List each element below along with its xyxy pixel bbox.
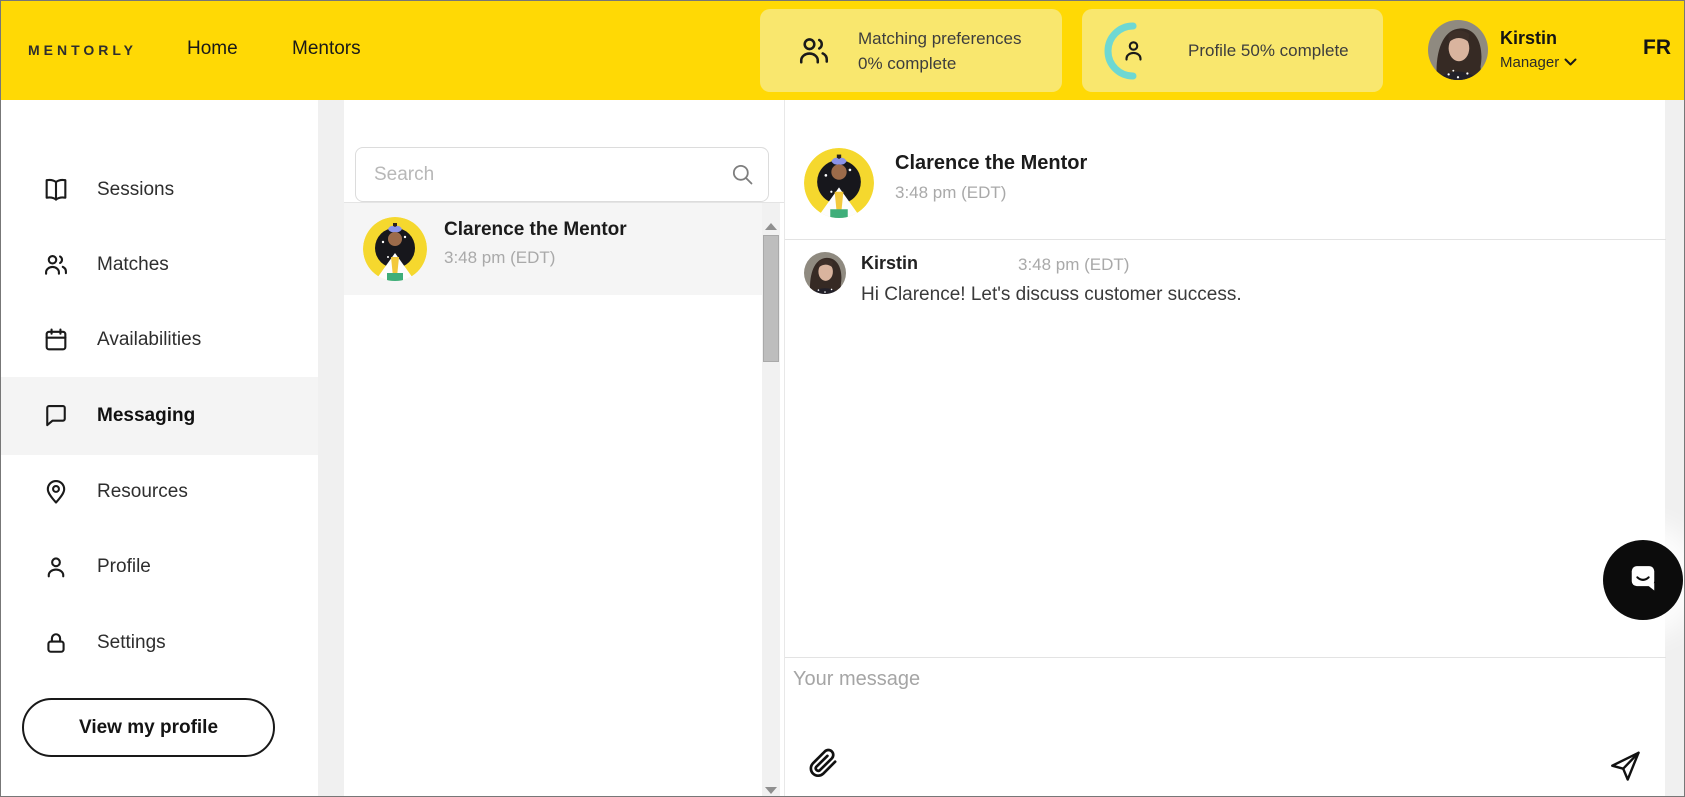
sidebar-item-messaging[interactable]: Messaging	[0, 377, 318, 455]
chat-header: Clarence the Mentor 3:48 pm (EDT)	[785, 100, 1666, 240]
vertical-scrollbar[interactable]	[762, 203, 780, 797]
chevron-down-icon	[1564, 54, 1577, 71]
clarence-avatar	[363, 217, 427, 281]
nav-home[interactable]: Home	[187, 38, 238, 60]
sidebar-item-profile[interactable]: Profile	[0, 529, 318, 605]
message-sender: Kirstin	[861, 253, 919, 273]
mentorly-logo: MENTORLY	[28, 42, 138, 58]
message-list: Kirstin 3:48 pm (EDT) Hi Clarence! Let's…	[785, 240, 1666, 657]
user-name: Kirstin	[1500, 28, 1558, 48]
chat-panel: Clarence the Mentor 3:48 pm (EDT) Kirsti…	[784, 100, 1666, 797]
send-message-button[interactable]	[1607, 748, 1643, 787]
nav-mentors[interactable]: Mentors	[292, 38, 361, 60]
person-icon	[42, 553, 70, 581]
paperclip-icon	[803, 744, 841, 785]
chat-partner-name: Clarence the Mentor	[895, 152, 1088, 174]
sidebar-item-matches[interactable]: Matches	[0, 227, 318, 303]
sidebar-item-resources[interactable]: Resources	[0, 454, 318, 530]
user-role-dropdown[interactable]: Manager	[1500, 54, 1577, 71]
matching-preferences-badge[interactable]: Matching preferences 0% complete	[760, 9, 1062, 92]
conversation-search-area	[344, 100, 784, 203]
lock-icon	[42, 629, 70, 657]
view-my-profile-button[interactable]: View my profile	[22, 698, 275, 757]
sidebar-item-sessions[interactable]: Sessions	[0, 152, 318, 228]
intercom-chat-icon	[1623, 558, 1663, 603]
users-icon	[796, 33, 832, 69]
kirstin-avatar	[804, 252, 846, 294]
sidebar-item-settings[interactable]: Settings	[0, 605, 318, 681]
user-avatar[interactable]	[1428, 20, 1488, 80]
conversation-time: 3:48 pm (EDT)	[444, 248, 556, 267]
search-icon	[729, 161, 756, 193]
matching-badge-text: Matching preferences 0% complete	[858, 28, 1022, 73]
chat-icon	[42, 402, 70, 430]
message-time: 3:48 pm (EDT)	[1018, 255, 1130, 274]
send-icon	[1607, 748, 1643, 787]
message-input[interactable]	[793, 668, 1593, 743]
sidebar: Sessions Matches Availabilities Messagin…	[0, 100, 318, 797]
search-input[interactable]	[355, 147, 769, 202]
users-icon	[42, 251, 70, 279]
profile-badge-text: Profile 50% complete	[1188, 41, 1349, 60]
message-text: Hi Clarence! Let's discuss customer succ…	[861, 284, 1242, 305]
sidebar-item-availabilities[interactable]: Availabilities	[0, 302, 318, 378]
calendar-icon	[42, 326, 70, 354]
scroll-down-arrow[interactable]	[765, 787, 777, 794]
chat-input-area	[785, 657, 1666, 797]
chat-partner-time: 3:48 pm (EDT)	[895, 183, 1007, 202]
language-toggle[interactable]: FR	[1643, 36, 1671, 60]
conversation-list-item[interactable]: Clarence the Mentor 3:48 pm (EDT)	[344, 203, 762, 295]
intercom-launcher-button[interactable]	[1603, 540, 1683, 620]
attach-file-button[interactable]	[803, 744, 841, 785]
conversations-panel: Clarence the Mentor 3:48 pm (EDT)	[344, 100, 784, 797]
clarence-avatar	[804, 148, 874, 218]
person-icon	[1120, 37, 1147, 69]
profile-complete-badge[interactable]: Profile 50% complete	[1082, 9, 1383, 92]
scrollbar-thumb[interactable]	[763, 235, 779, 362]
book-icon	[42, 176, 70, 204]
conversation-name: Clarence the Mentor	[444, 219, 627, 240]
pin-icon	[42, 478, 70, 506]
top-header: MENTORLY Home Mentors Matching preferenc…	[0, 0, 1685, 100]
scroll-up-arrow[interactable]	[765, 223, 777, 230]
profile-progress-arc	[1104, 22, 1162, 80]
